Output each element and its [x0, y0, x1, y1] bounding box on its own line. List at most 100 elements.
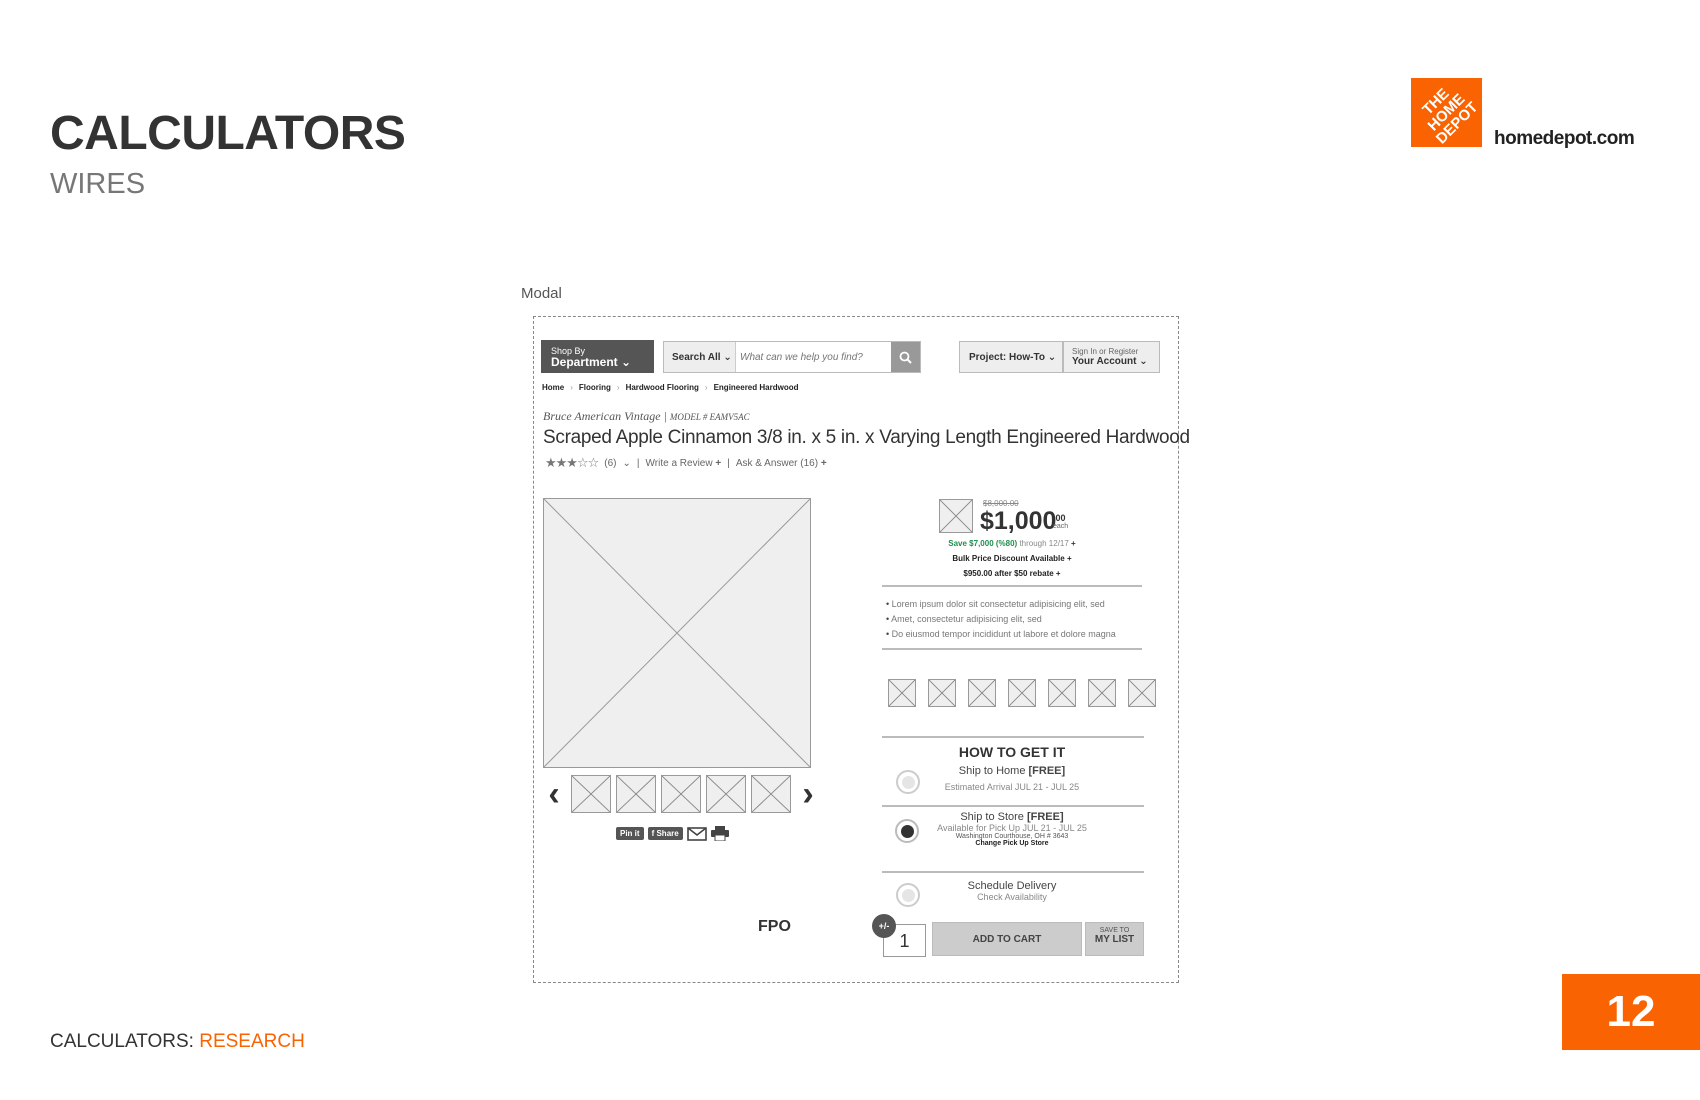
main-product-image[interactable]	[543, 498, 811, 768]
brand-url: homedepot.com	[1494, 128, 1635, 149]
your-account: Your Account ⌄	[1072, 356, 1148, 367]
current-price: $1,000	[980, 507, 1057, 535]
home-depot-logo: THE HOME DEPOT	[1411, 78, 1482, 147]
chevron-down-icon: ⌄	[723, 352, 732, 363]
share-row: Pin it f Share	[616, 826, 729, 841]
logo-text: THE HOME DEPOT	[1419, 85, 1482, 148]
facebook-icon: f	[651, 829, 655, 838]
chevron-left-icon[interactable]: ‹	[542, 777, 566, 811]
thumbnail[interactable]	[751, 775, 791, 813]
chevron-down-icon: ⌄	[621, 355, 632, 369]
project-howto-menu[interactable]: Project: How-To ⌄	[959, 341, 1063, 373]
rating-stars[interactable]: ★★★☆☆	[545, 455, 599, 471]
schedule-delivery-option[interactable]: Schedule Delivery Check Availability	[882, 880, 1142, 902]
rebate-info[interactable]: $950.00 after $50 rebate +	[882, 569, 1142, 578]
price-image-placeholder	[939, 499, 973, 533]
bulk-discount[interactable]: Bulk Price Discount Available +	[882, 554, 1142, 563]
swatch[interactable]	[1048, 679, 1076, 707]
facebook-share-button[interactable]: f Share	[647, 827, 683, 840]
savings-amount: Save $7,000 (%80)	[948, 539, 1018, 548]
slide-subtitle: WIRES	[50, 168, 146, 200]
breadcrumb-engineered-hardwood[interactable]: Engineered Hardwood	[714, 383, 799, 392]
thumbnail[interactable]	[616, 775, 656, 813]
shop-by-department-button[interactable]: Shop By Department ⌄	[541, 340, 654, 373]
footer-label: CALCULATORS: RESEARCH	[50, 1031, 305, 1053]
check-availability[interactable]: Check Availability	[882, 892, 1142, 902]
how-to-get-it-title: HOW TO GET IT	[958, 744, 1066, 760]
fpo-label: FPO	[758, 918, 791, 935]
chevron-down-icon: ⌄	[1139, 356, 1148, 367]
breadcrumb-home[interactable]: Home	[542, 383, 564, 392]
page-number-badge: 12	[1562, 974, 1700, 1050]
breadcrumb-hardwood-flooring[interactable]: Hardwood Flooring	[626, 383, 699, 392]
thumbnail[interactable]	[661, 775, 701, 813]
account-menu[interactable]: Sign In or Register Your Account ⌄	[1063, 341, 1160, 373]
print-icon[interactable]	[710, 826, 729, 841]
ask-answer-link[interactable]: Ask & Answer (16) +	[736, 458, 827, 469]
product-model: MODEL # EAMV5AC	[669, 412, 750, 422]
thumbnail[interactable]	[571, 775, 611, 813]
modal-label: Modal	[521, 285, 562, 302]
ship-to-store-option[interactable]: Ship to Store [FREE] Available for Pick …	[882, 811, 1142, 847]
chevron-right-icon[interactable]: ›	[796, 777, 820, 811]
savings-through: through 12/17	[1019, 539, 1069, 548]
savings-line: Save $7,000 (%80) through 12/17 +	[882, 539, 1142, 548]
divider	[882, 805, 1144, 807]
bullet-item: Lorem ipsum dolor sit consectetur adipis…	[886, 597, 1116, 612]
pinterest-button[interactable]: Pin it	[616, 827, 644, 840]
plus-icon: +	[820, 457, 827, 469]
plus-icon: +	[1066, 554, 1072, 563]
search-icon	[899, 351, 912, 364]
chevron-down-icon: ⌄	[1047, 352, 1057, 363]
change-pickup-store-link[interactable]: Change Pick Up Store	[882, 840, 1142, 847]
product-title: Scraped Apple Cinnamon 3/8 in. x 5 in. x…	[543, 427, 1190, 448]
chevron-right-icon: ›	[704, 383, 708, 392]
email-icon[interactable]	[686, 826, 707, 841]
bullet-item: Do eiusmod tempor incididunt ut labore e…	[886, 627, 1116, 642]
search-input[interactable]	[736, 342, 891, 372]
swatch[interactable]	[1008, 679, 1036, 707]
search-scope-dropdown[interactable]: Search All ⌄	[664, 342, 736, 372]
swatch[interactable]	[888, 679, 916, 707]
product-brand[interactable]: Bruce American Vintage	[543, 409, 661, 423]
chevron-right-icon: ›	[616, 383, 620, 392]
breadcrumb-flooring[interactable]: Flooring	[579, 383, 611, 392]
price-cents: .00	[1053, 513, 1066, 523]
feature-bullets: Lorem ipsum dolor sit consectetur adipis…	[886, 597, 1116, 642]
save-to-list-button[interactable]: SAVE TO MY LIST	[1085, 922, 1144, 956]
review-row: ★★★☆☆ (6) ⌄ | Write a Review + | Ask & A…	[545, 455, 827, 471]
quantity-stepper[interactable]: +/-	[872, 914, 896, 938]
chevron-right-icon: ›	[570, 383, 573, 392]
footer-accent: RESEARCH	[199, 1031, 305, 1052]
thumbnail-carousel: ‹ ›	[542, 775, 820, 813]
sign-in-register: Sign In or Register	[1072, 347, 1139, 356]
ship-store-detail: Available for Pick Up JUL 21 - JUL 25	[937, 823, 1087, 833]
search-bar: Search All ⌄	[663, 341, 921, 373]
divider	[882, 871, 1144, 873]
plus-icon: +	[1055, 569, 1061, 578]
swatch[interactable]	[968, 679, 996, 707]
product-brand-line: Bruce American Vintage | MODEL # EAMV5AC	[543, 409, 750, 423]
ship-to-home-option[interactable]: Ship to Home [FREE] Estimated Arrival JU…	[882, 765, 1142, 792]
thumbnail[interactable]	[706, 775, 746, 813]
divider	[882, 585, 1142, 587]
write-review-link[interactable]: Write a Review +	[646, 458, 722, 469]
add-to-cart-button[interactable]: ADD TO CART	[932, 922, 1082, 956]
footer-prefix: CALCULATORS:	[50, 1031, 200, 1052]
plus-icon: +	[715, 457, 722, 469]
review-count[interactable]: (6)	[604, 458, 616, 469]
divider: |	[636, 457, 640, 469]
price-unit: each	[1053, 523, 1069, 530]
chevron-down-icon[interactable]: ⌄	[623, 458, 631, 469]
swatch[interactable]	[1088, 679, 1116, 707]
plus-icon[interactable]: +	[1071, 539, 1076, 548]
swatch[interactable]	[1128, 679, 1156, 707]
slide-title: CALCULATORS	[50, 107, 406, 160]
swatch[interactable]	[928, 679, 956, 707]
divider	[882, 648, 1142, 650]
breadcrumb: Home › Flooring › Hardwood Flooring › En…	[542, 383, 798, 392]
color-swatches	[888, 679, 1156, 707]
divider	[882, 736, 1144, 738]
search-button[interactable]	[891, 342, 920, 372]
divider: |	[727, 457, 730, 469]
